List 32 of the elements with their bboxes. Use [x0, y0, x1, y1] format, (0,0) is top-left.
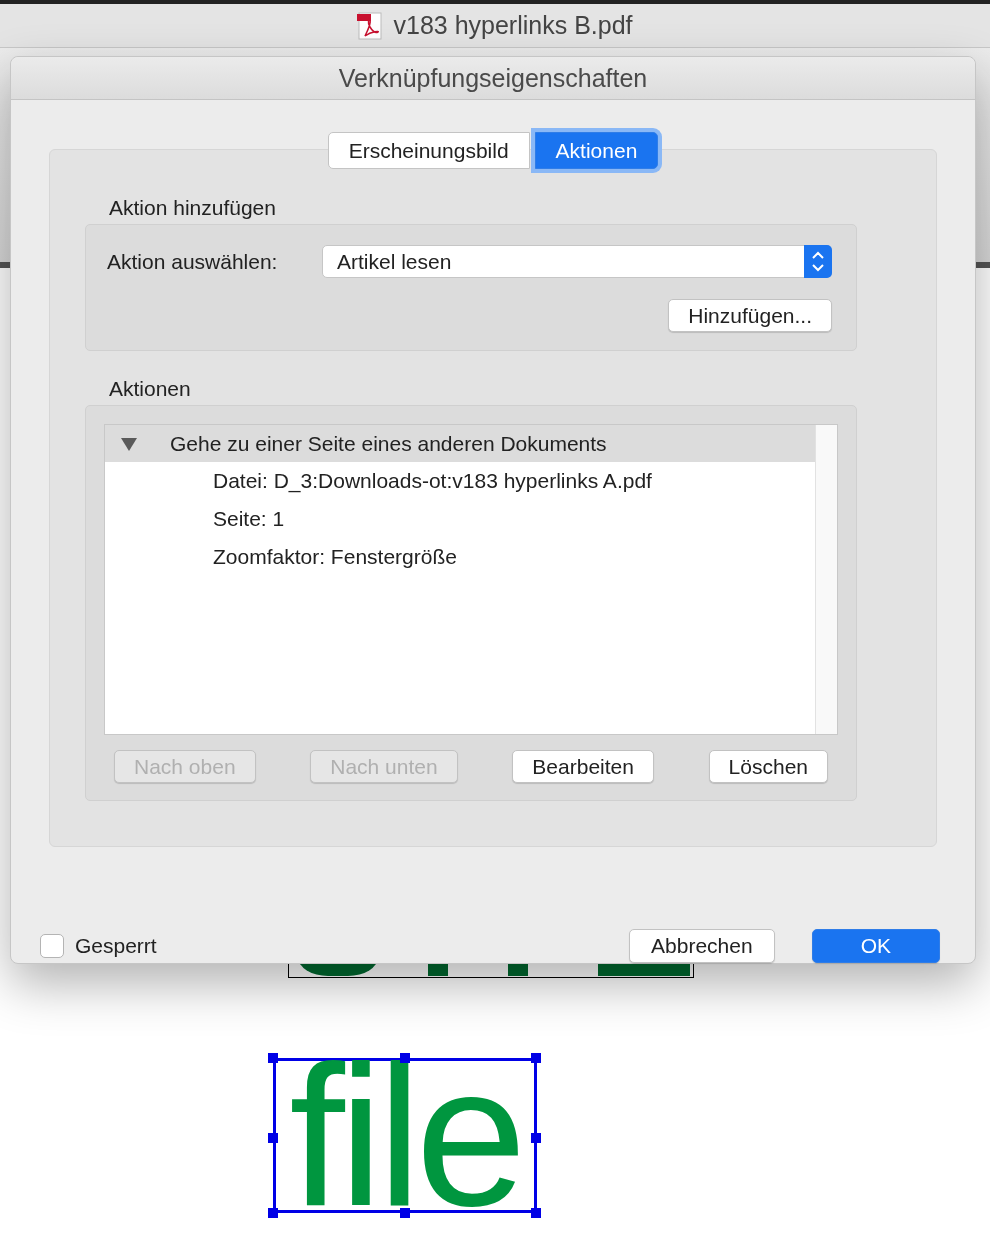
tree-item[interactable]: Datei: D_3:Downloads-ot:v183 hyperlinks A.pdf [105, 462, 815, 500]
pdf-file-icon [357, 11, 384, 40]
ok-button[interactable]: OK [811, 929, 940, 963]
select-label: Aktion auswählen: [107, 249, 279, 274]
tree-item[interactable]: Zoomfaktor: Fenstergröße [105, 538, 815, 576]
action-button[interactable]: Bearbeiten [512, 750, 654, 783]
add-button[interactable]: Hinzufügen... [668, 299, 832, 332]
tree-item-label: Seite: 1 [213, 507, 285, 531]
checkbox-label: Gesperrt [75, 934, 158, 958]
tree-item[interactable]: Seite: 1 [105, 500, 815, 538]
section-heading: Aktionen [109, 377, 192, 401]
resize-handle[interactable] [268, 1208, 278, 1218]
resize-handle[interactable] [400, 1208, 410, 1218]
locked-checkbox[interactable] [40, 934, 64, 958]
document-title: v183 hyperlinks B.pdf [393, 11, 633, 40]
tree-item-label: Datei: D_3:Downloads-ot:v183 hyperlinks A.pdf [213, 469, 652, 493]
chevron-updown-icon [804, 245, 832, 278]
tree-item-label: Zoomfaktor: Fenstergröße [213, 545, 457, 569]
cancel-button[interactable]: Abbrechen [629, 929, 775, 963]
resize-handle[interactable] [531, 1208, 541, 1218]
resize-handle[interactable] [531, 1133, 541, 1143]
tree-item-label: Gehe zu einer Seite eines anderen Dokuments [170, 431, 607, 456]
dialog-title: Verknüpfungseigenschaften [338, 63, 648, 93]
action-button[interactable]: Löschen [708, 750, 828, 783]
tab[interactable]: Erscheinungsbild [327, 132, 530, 169]
tree-item[interactable]: Gehe zu einer Seite eines anderen Dokuments [105, 425, 815, 462]
section-heading: Aktion hinzufügen [109, 196, 277, 220]
resize-handle[interactable] [268, 1133, 278, 1143]
resize-handle[interactable] [531, 1053, 541, 1063]
disclosure-triangle-icon[interactable] [120, 435, 138, 452]
action-select[interactable]: Artikel lesen [322, 245, 832, 278]
resize-handle[interactable] [268, 1053, 278, 1063]
